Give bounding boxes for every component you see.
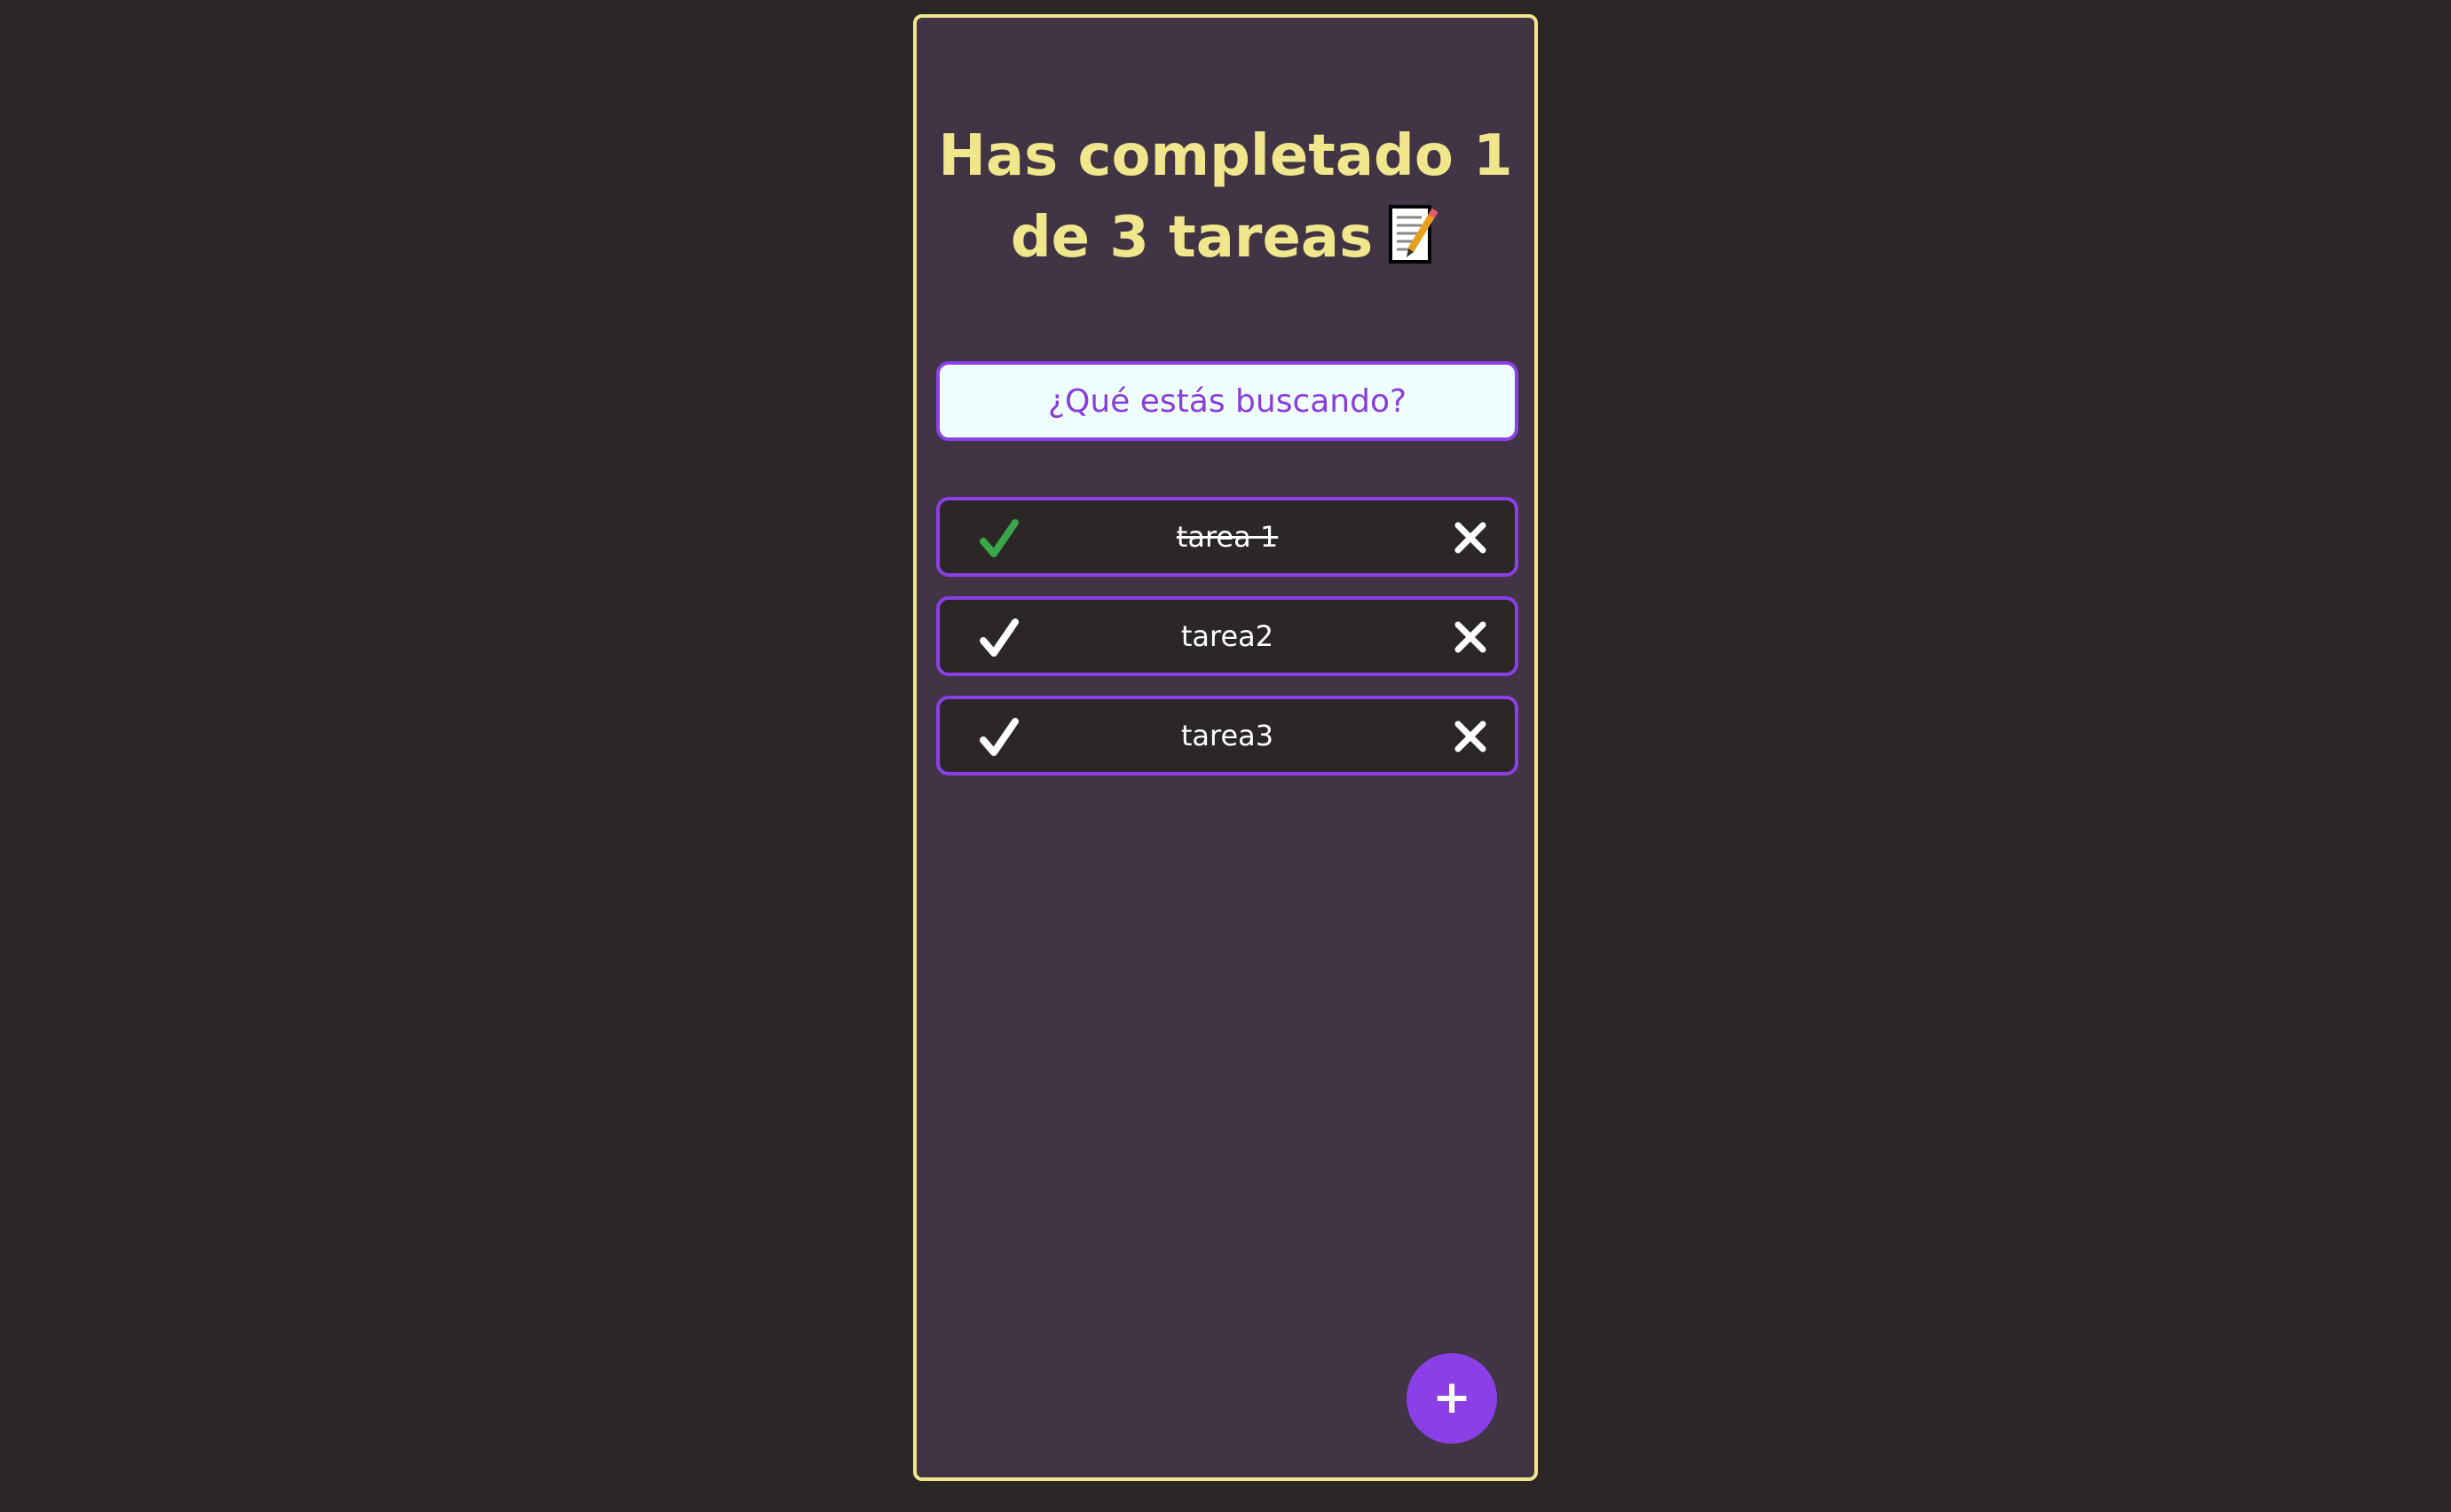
title-line-1: Has completado 1: [938, 123, 1513, 189]
todo-item: tarea 1: [936, 497, 1518, 577]
title-line-2-text: de 3 tareas: [1010, 205, 1374, 271]
search-input[interactable]: [936, 361, 1518, 441]
complete-check-icon[interactable]: [979, 618, 1020, 658]
complete-check-icon[interactable]: [979, 518, 1020, 559]
delete-x-icon[interactable]: [1453, 719, 1488, 754]
delete-x-icon[interactable]: [1453, 520, 1488, 555]
memo-pencil-icon: [1385, 203, 1440, 267]
todo-label: tarea3: [1180, 719, 1274, 752]
complete-check-icon[interactable]: [979, 717, 1020, 758]
todo-label: tarea 1: [1176, 520, 1279, 554]
todo-label: tarea2: [1180, 619, 1274, 653]
delete-x-icon[interactable]: [1453, 619, 1488, 655]
page-title: Has completado 1 de 3 tareas: [917, 115, 1534, 279]
title-line-2: de 3 tareas: [917, 197, 1534, 279]
todo-item: tarea2: [936, 596, 1518, 676]
todo-item: tarea3: [936, 696, 1518, 776]
todo-app-panel: Has completado 1 de 3 tareas tarea 1: [913, 14, 1538, 1481]
add-todo-button[interactable]: +: [1407, 1353, 1497, 1444]
